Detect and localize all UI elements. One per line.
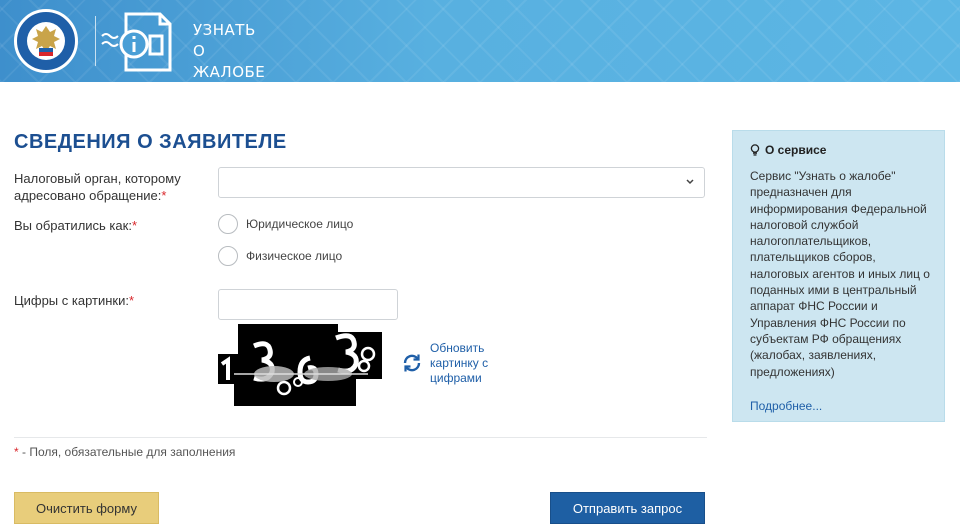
tax-authority-label-line2: адресовано обращение: (14, 188, 162, 203)
refresh-icon[interactable] (401, 352, 423, 379)
header-divider (95, 16, 96, 66)
header-title-line: ЖАЛОБЕ (193, 63, 266, 81)
required-fields-note: * - Поля, обязательные для заполнения (14, 445, 235, 459)
radio-button[interactable] (218, 246, 238, 266)
refresh-captcha-link[interactable]: Обновить картинку с цифрами (430, 341, 510, 386)
fns-emblem-graphic (27, 22, 65, 60)
required-mark: * (128, 293, 135, 308)
required-mark: * (161, 188, 167, 203)
header-title-line: О (193, 42, 206, 60)
info-document-icon (98, 8, 178, 79)
radio-label: Юридическое лицо (246, 217, 354, 231)
tax-authority-label: Налоговый орган, которому адресовано обр… (14, 170, 181, 204)
required-mark: * (131, 218, 137, 233)
about-service-panel: О сервисе Сервис "Узнать о жалобе" предн… (732, 130, 945, 422)
radio-legal-entity[interactable]: Юридическое лицо (218, 213, 353, 235)
tax-authority-select[interactable] (218, 167, 705, 198)
captcha-input[interactable] (218, 289, 398, 320)
radio-button[interactable] (218, 214, 238, 234)
more-info-link[interactable]: Подробнее... (750, 399, 822, 413)
radio-individual[interactable]: Физическое лицо (218, 245, 342, 267)
applicant-type-label-text: Вы обратились как: (14, 218, 132, 233)
page-header: УЗНАТЬ О ЖАЛОБЕ (0, 0, 960, 82)
lightbulb-icon (750, 144, 760, 156)
about-service-title: О сервисе (750, 143, 826, 157)
tax-authority-label-line1: Налоговый орган, которому (14, 171, 181, 186)
radio-label: Физическое лицо (246, 249, 343, 263)
captcha-image (218, 324, 382, 406)
chevron-down-icon (686, 179, 694, 185)
captcha-label-text: Цифры с картинки: (14, 293, 129, 308)
about-service-title-text: О сервисе (765, 143, 827, 157)
about-service-text: Сервис "Узнать о жалобе" предназначен дл… (750, 169, 930, 379)
fns-emblem-icon[interactable] (14, 9, 78, 73)
applicant-type-label: Вы обратились как:* (14, 217, 137, 234)
submit-request-button[interactable]: Отправить запрос (550, 492, 705, 524)
captcha-label: Цифры с картинки:* (14, 292, 134, 309)
section-title: СВЕДЕНИЯ О ЗАЯВИТЕЛЕ (14, 131, 287, 153)
clear-form-button[interactable]: Очистить форму (14, 492, 159, 524)
header-title-line: УЗНАТЬ (193, 21, 256, 39)
required-note-text: - Поля, обязательные для заполнения (18, 445, 236, 459)
header-title: УЗНАТЬ О ЖАЛОБЕ (193, 20, 265, 82)
divider (14, 437, 707, 438)
